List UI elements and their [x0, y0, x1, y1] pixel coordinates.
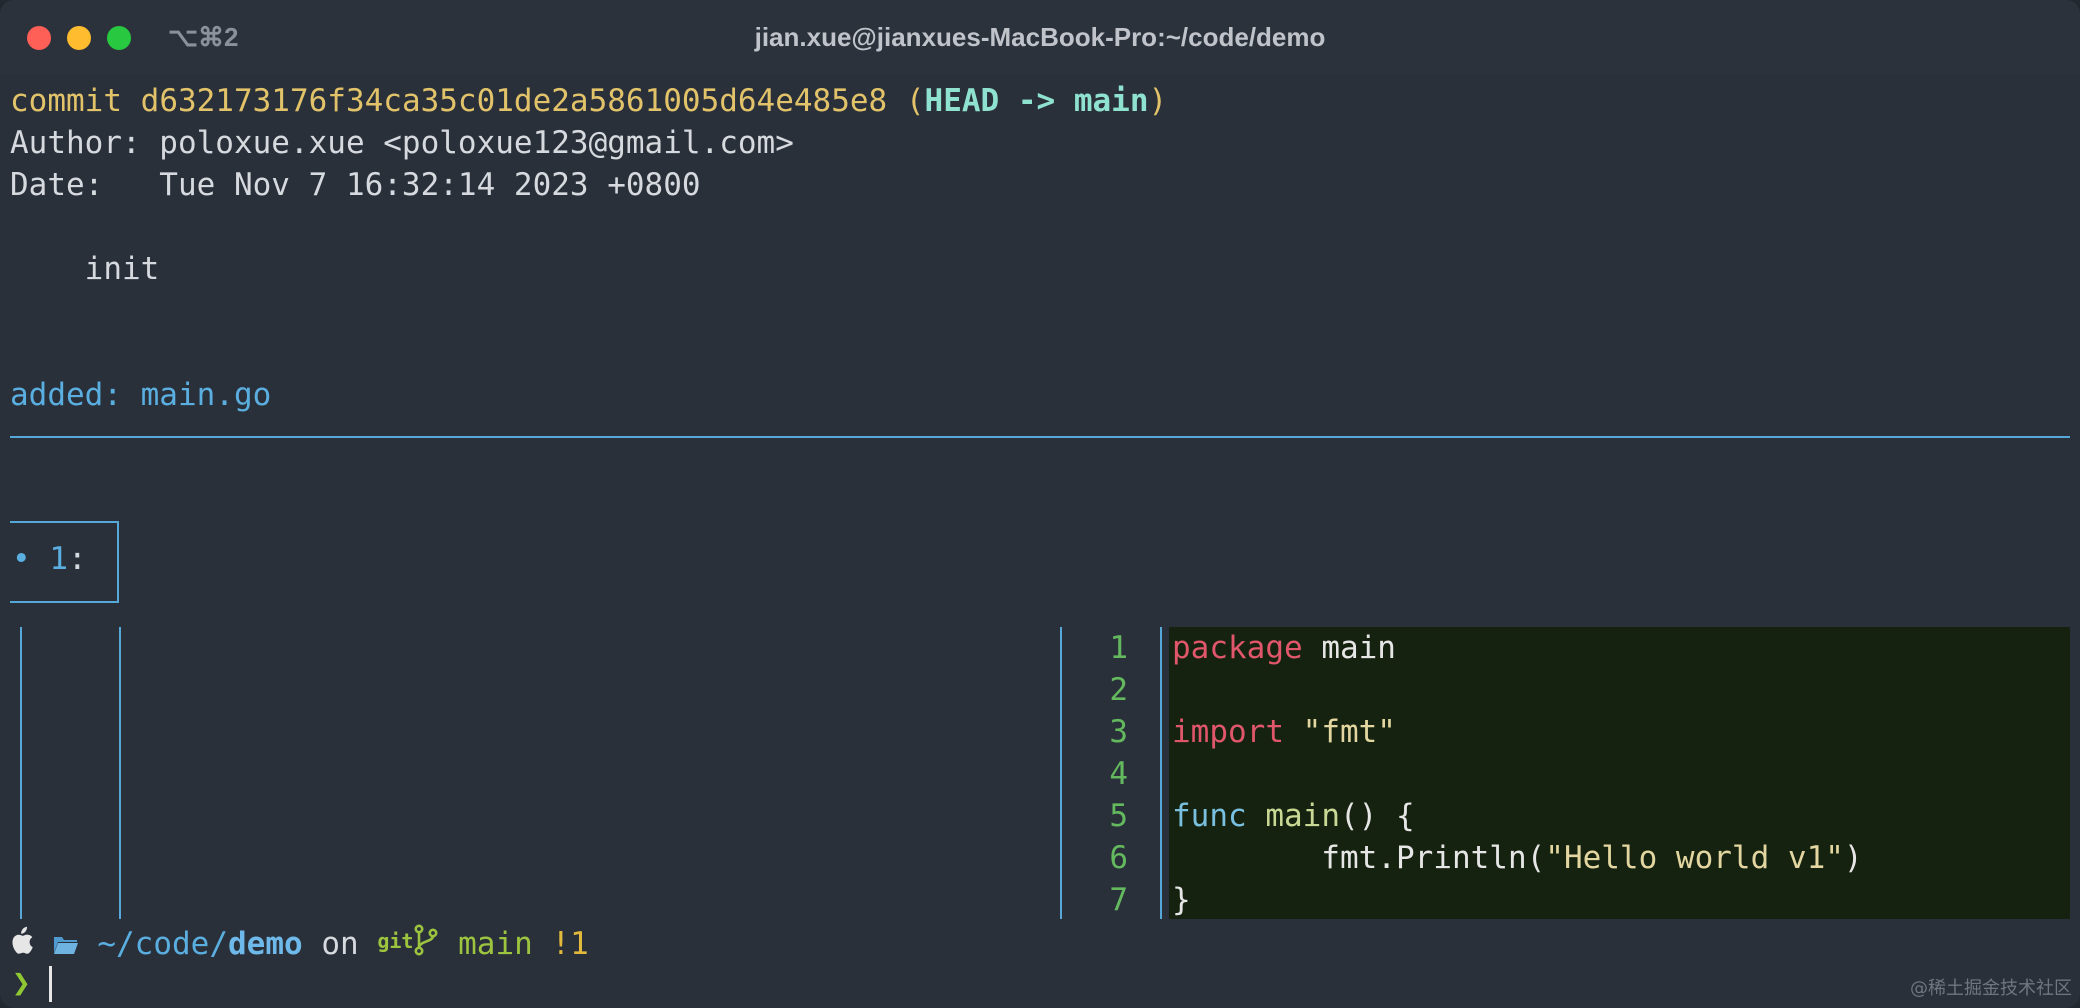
right-pane-left-border	[1060, 627, 1062, 919]
code-token: () {	[1339, 798, 1415, 834]
code-token: "Hello world v1"	[1545, 840, 1844, 876]
commit-message: init	[10, 251, 160, 287]
code-line: package main	[1172, 627, 1396, 669]
code-token: "fmt"	[1302, 714, 1396, 750]
prompt-chevron: ❯	[12, 965, 31, 1001]
head-ref: HEAD -> main	[924, 83, 1149, 119]
date-line: Date: Tue Nov 7 16:32:14 2023 +0800	[10, 167, 701, 203]
git-branch-icon	[413, 924, 439, 967]
commit-label: commit	[10, 83, 122, 119]
code-token: import	[1172, 714, 1284, 750]
code-view[interactable]: package main import "fmt" func main() { fm…	[1169, 627, 2070, 919]
title-bar: ⌥⌘2 jian.xue@jianxues-MacBook-Pro:~/code…	[0, 0, 2080, 74]
git-status: !1	[551, 926, 589, 962]
code-token: main	[1265, 798, 1340, 834]
path-prefix: ~/code/	[97, 926, 228, 962]
line-number: 5	[1109, 798, 1128, 834]
code-line: fmt.Println("Hello world v1")	[1172, 837, 1863, 879]
hunk-tab[interactable]: • 1:	[10, 521, 119, 603]
ref-open-paren: (	[905, 83, 925, 119]
commit-hash[interactable]: d632173176f34ca35c01de2a5861005d64e485e8	[141, 83, 888, 119]
code-token: )	[1843, 840, 1863, 876]
gutter-border	[1160, 627, 1162, 919]
branch-name: main	[458, 926, 533, 962]
code-token: fmt.Println(	[1172, 840, 1546, 876]
code-token: }	[1172, 882, 1191, 918]
code-line: }	[1172, 879, 1191, 921]
code-line: import "fmt"	[1172, 711, 1396, 753]
line-number: 2	[1109, 672, 1128, 708]
on-word: on	[321, 926, 359, 962]
command-line[interactable]: ❯	[12, 962, 52, 1004]
added-file-label[interactable]: added: main.go	[10, 374, 271, 416]
line-number: 4	[1109, 756, 1128, 792]
left-pane-border	[20, 627, 22, 919]
code-token: main	[1302, 630, 1396, 666]
code-token: func	[1172, 798, 1247, 834]
line-number: 6	[1109, 840, 1128, 876]
git-label: git	[377, 929, 414, 953]
hunk-tab-text: • 1:	[12, 541, 87, 577]
left-pane-inner-border	[119, 627, 121, 919]
line-number: 3	[1109, 714, 1128, 750]
code-line: func main() {	[1172, 795, 1415, 837]
text-cursor	[49, 966, 52, 1002]
line-number: 1	[1109, 630, 1128, 666]
shell-prompt: ~/code/demo on git main !1	[8, 920, 589, 962]
hunk-colon: :	[68, 541, 87, 577]
path-dir: demo	[228, 926, 303, 962]
terminal-window: ⌥⌘2 jian.xue@jianxues-MacBook-Pro:~/code…	[0, 0, 2080, 1008]
ref-close-paren: )	[1148, 83, 1168, 119]
window-title: jian.xue@jianxues-MacBook-Pro:~/code/dem…	[754, 22, 1326, 52]
commit-line: commit d632173176f34ca35c01de2a5861005d6…	[10, 80, 1167, 122]
code-token: package	[1172, 630, 1303, 666]
author-line: Author: poloxue.xue <poloxue123@gmail.co…	[10, 125, 794, 161]
line-number: 7	[1109, 882, 1128, 918]
hunk-label: • 1	[12, 541, 68, 577]
watermark: @稀土掘金技术社区	[1910, 978, 2072, 999]
folder-icon	[53, 925, 79, 967]
diff-separator	[10, 436, 2070, 438]
apple-icon	[8, 925, 34, 967]
